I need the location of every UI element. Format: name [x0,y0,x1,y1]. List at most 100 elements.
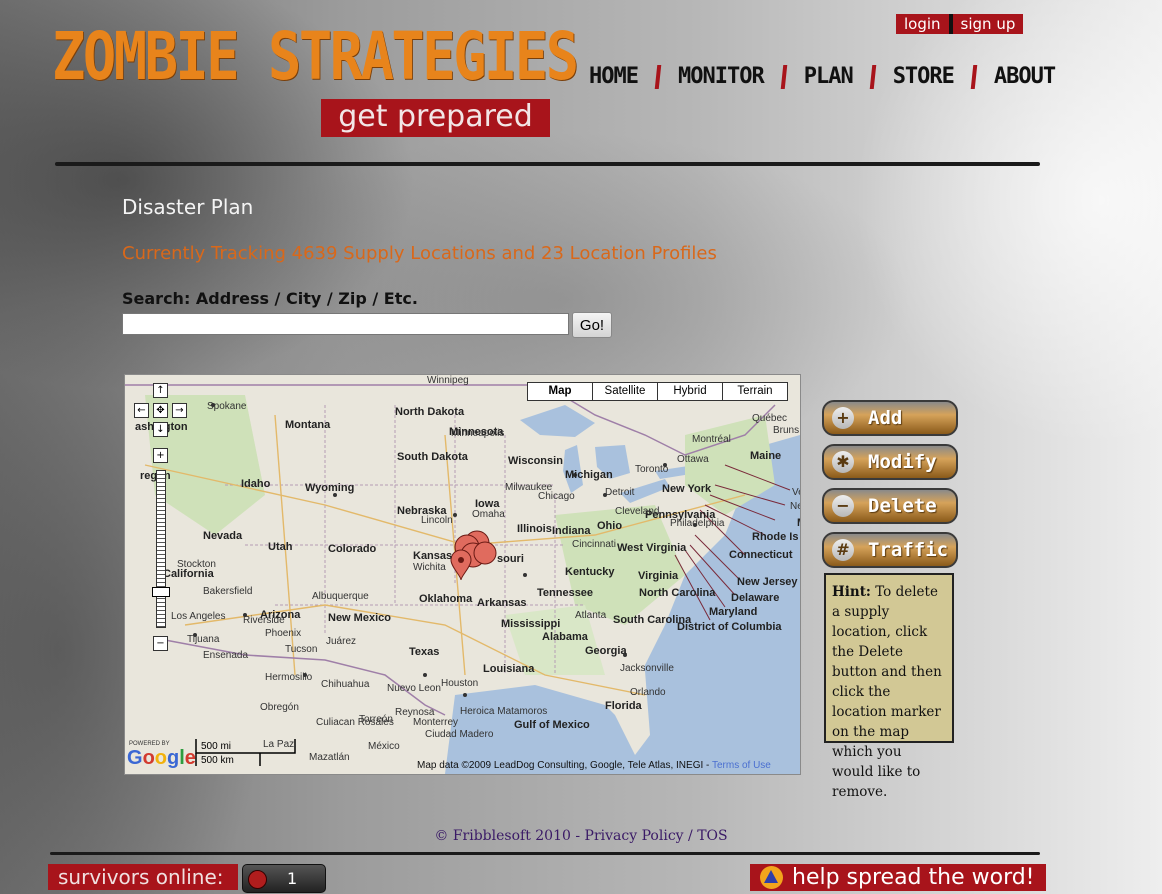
map-label: Maryland [709,606,757,618]
survivors-online-label: survivors online: [48,864,238,890]
asterisk-icon: ✱ [832,451,854,473]
map-label: South Dakota [397,451,469,463]
add-button[interactable]: + Add [822,400,958,436]
map-label: Montréal [692,434,731,445]
pan-right-icon[interactable]: → [172,403,187,418]
search-label: Search: Address / City / Zip / Etc. [122,289,418,308]
map-label: Bakersfield [203,586,252,597]
map-label: Chihuahua [321,679,370,690]
google-logo[interactable]: POWERED BY Google [127,741,196,771]
map-view[interactable]: Winnipeg Spokane North Dakota Minnesota Québ… [124,374,801,775]
map-label: Detroit [605,487,635,498]
map-label: Riverside [243,615,285,626]
site-tagline: get prepared [321,99,550,137]
map-label: Heroica Matamoros [460,706,547,717]
footer-separator: / [683,828,698,844]
login-link[interactable]: login [896,14,949,34]
nav-plan[interactable]: PLAN [804,64,854,89]
map-type-terrain[interactable]: Terrain [722,383,787,400]
map-type-selector: Map Satellite Hybrid Terrain [527,382,788,401]
pan-up-icon[interactable]: ↑ [153,383,168,398]
delete-button[interactable]: − Delete [822,488,958,524]
map-label: Michigan [565,469,613,481]
nav-store[interactable]: STORE [893,64,955,89]
zoom-slider-thumb[interactable] [152,587,170,597]
map-label: Arkansas [477,597,527,609]
header-divider [55,162,1040,166]
map-label: Torreón [359,714,393,725]
site-logo-title[interactable]: ZOMBIE STRATEGIES [52,18,579,95]
modify-button[interactable]: ✱ Modify [822,444,958,480]
map-label: Indiana [552,525,591,537]
zoom-out-icon[interactable]: − [153,636,168,651]
plus-icon: + [832,407,854,429]
map-label: Tennessee [537,587,593,599]
nav-divider [869,64,876,89]
nav-monitor[interactable]: MONITOR [678,64,765,89]
pan-left-icon[interactable]: ← [134,403,149,418]
zoom-slider[interactable] [156,470,166,628]
map-label: Nuevo Leon [387,683,441,694]
map-label: Delaware [731,592,779,604]
map-label: Utah [268,541,293,553]
map-label: Ciudad Madero [425,729,494,740]
map-label: Stockton [177,559,216,570]
tos-link[interactable]: TOS [697,828,727,844]
map-label: Ohio [597,520,622,532]
map-attribution: Map data ©2009 LeadDog Consulting, Googl… [417,760,771,771]
map-label: Hermosillo [265,672,313,683]
map-label: Florida [605,700,643,712]
terms-of-use-link[interactable]: Terms of Use [712,760,771,771]
map-label: Tijuana [187,634,220,645]
map-type-map[interactable]: Map [528,383,592,400]
map-label: Oklahoma [419,593,473,605]
page-title: Disaster Plan [122,195,254,219]
search-input[interactable] [122,313,569,335]
map-label: Obregón [260,702,299,713]
signup-link[interactable]: sign up [952,14,1024,34]
map-label: Gulf of Mexico [514,719,590,731]
nav-about[interactable]: ABOUT [994,64,1056,89]
map-label: souri [497,553,524,565]
nav-home[interactable]: HOME [589,64,639,89]
map-label: New Mexico [328,612,391,624]
biohazard-icon [248,870,267,889]
map-label: Wyoming [305,482,354,494]
map-label: Tucson [285,644,317,655]
map-type-hybrid[interactable]: Hybrid [657,383,722,400]
zoom-in-icon[interactable]: + [153,448,168,463]
footer: © Fribblesoft 2010 - Privacy Policy / TO… [0,828,1162,844]
map-label: West Virginia [617,542,687,554]
map-label: New York [662,483,712,495]
pan-center-icon[interactable]: ✥ [153,403,168,418]
map-label: Jacksonville [620,663,674,674]
spread-the-word-button[interactable]: help spread the word! [750,864,1046,891]
map-label: Ensenada [203,650,248,661]
map-label: North Carolina [639,587,716,599]
traffic-button[interactable]: # Traffic [822,532,958,568]
modify-button-label: Modify [868,451,937,473]
scale-km: 500 km [201,755,234,766]
spread-the-word-label: help spread the word! [792,865,1035,890]
nav-divider [654,64,662,89]
map-label: Cincinnati [572,539,616,550]
map-label: Idaho [241,478,271,490]
footer-divider [50,852,1040,855]
map-label: Cleveland [615,506,659,517]
share-triangle-icon [760,866,783,889]
go-button[interactable]: Go! [572,312,612,338]
map-label: Maine [750,450,781,462]
map-label: Minneapolis [451,428,504,439]
map-label: Rhode Is [752,531,798,543]
hash-icon: # [832,539,854,561]
map-label: Spokane [207,401,247,412]
map-label: Omaha [472,509,505,520]
pan-down-icon[interactable]: ↓ [153,422,168,437]
map-label: Massa [797,517,800,529]
hint-label: Hint: [832,584,871,600]
map-label: Winnipeg [427,375,469,386]
map-label: Nevada [203,530,243,542]
copyright: © Fribblesoft 2010 - [434,828,585,844]
map-type-satellite[interactable]: Satellite [592,383,657,400]
privacy-policy-link[interactable]: Privacy Policy [585,828,684,844]
